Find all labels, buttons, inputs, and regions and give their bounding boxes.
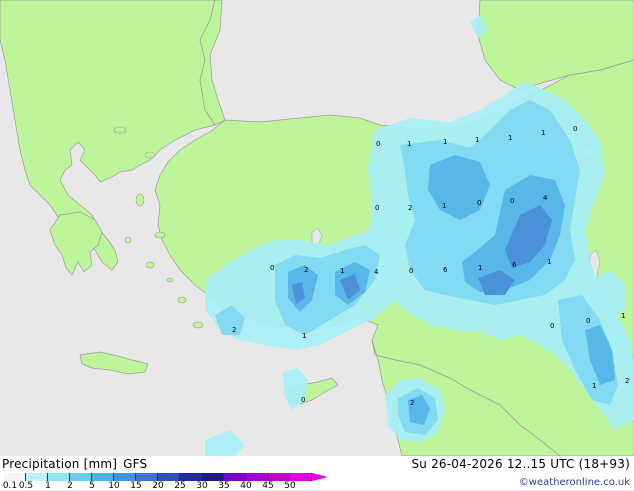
precip-label: 2 [304, 266, 308, 274]
precip-label: 1 [508, 134, 512, 142]
scale-swatch [290, 473, 312, 481]
precip-label: 1 [541, 129, 545, 137]
legend-bar: Precipitation [mm] GFS Su 26-04-2026 12..… [0, 456, 634, 491]
scale-swatch [158, 473, 180, 481]
precipitation-map: 0 1 1 1 1 1 0 0 2 1 0 0 4 0 2 1 4 0 6 1 … [0, 0, 634, 456]
precip-label: 0 [586, 317, 590, 325]
credit-link[interactable]: ©weatheronline.co.uk [519, 477, 630, 488]
precip-label: 1 [443, 138, 447, 146]
quantity-label: Precipitation [mm] [2, 457, 118, 471]
precip-label: 0 [270, 264, 274, 272]
scale-swatch [70, 473, 92, 481]
precip-label: 2 [408, 204, 412, 212]
precip-label: 1 [442, 202, 446, 210]
scale-swatch [26, 473, 48, 481]
run-info: Su 26-04-2026 12..15 UTC (18+93) [411, 457, 630, 471]
precip-label: 1 [302, 332, 306, 340]
precip-label: 0 [375, 204, 379, 212]
scale-swatch [224, 473, 246, 481]
scale-overflow-arrow [312, 473, 328, 481]
precip-label: 0 [376, 140, 380, 148]
precip-label: 6 [512, 261, 517, 269]
precip-label: 0 [573, 125, 577, 133]
precip-label: 4 [543, 194, 548, 202]
precip-label: 2 [232, 326, 236, 334]
scale-swatch [114, 473, 136, 481]
precip-label: 0 [550, 322, 554, 330]
weather-map-panel: 0 1 1 1 1 1 0 0 2 1 0 0 4 0 2 1 4 0 6 1 … [0, 0, 634, 491]
scale-swatch [268, 473, 290, 481]
precip-label: 1 [547, 258, 551, 266]
scale-swatch [202, 473, 224, 481]
scale-swatch [48, 473, 70, 481]
color-scale [4, 473, 328, 481]
precip-label: 0 [477, 199, 481, 207]
scale-swatch [4, 473, 26, 481]
precip-label: 0 [510, 197, 514, 205]
precip-label: 1 [592, 382, 596, 390]
map-title: Precipitation [mm] GFS [2, 457, 147, 471]
precip-label: 1 [478, 264, 482, 272]
precip-label: 4 [374, 268, 379, 276]
scale-swatch [180, 473, 202, 481]
scale-swatch [246, 473, 268, 481]
precip-label: 1 [407, 140, 411, 148]
precip-label: 0 [301, 396, 305, 404]
precip-label: 1 [340, 267, 344, 275]
precip-label: 2 [410, 399, 414, 407]
scale-swatch [136, 473, 158, 481]
model-label: GFS [123, 457, 148, 471]
precip-label: 0 [409, 267, 413, 275]
precip-label: 1 [621, 312, 625, 320]
scale-swatch [92, 473, 114, 481]
precip-label: 6 [443, 266, 448, 274]
precip-label: 2 [625, 377, 629, 385]
precip-label: 1 [475, 136, 479, 144]
